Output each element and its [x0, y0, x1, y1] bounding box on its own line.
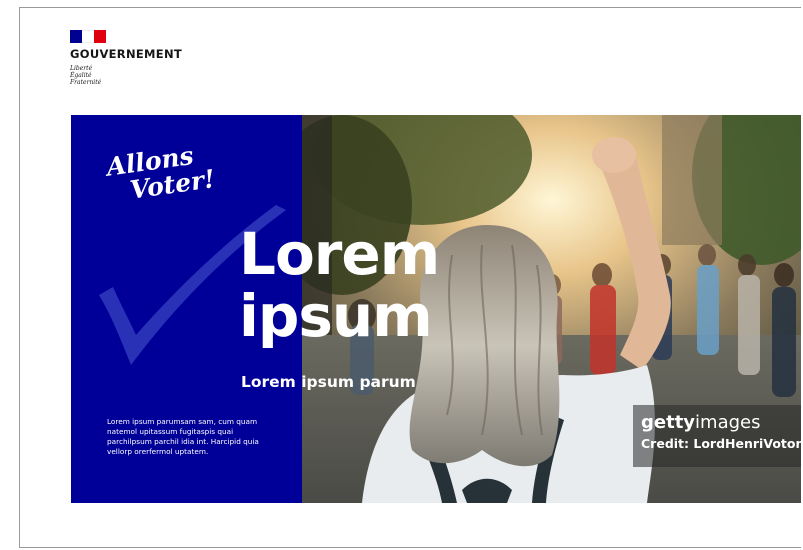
- motto-line: Fraternité: [70, 79, 102, 86]
- french-flag-icon: [70, 30, 106, 43]
- motto: Liberté Égalité Fraternité: [70, 65, 182, 86]
- getty-watermark: gettyimages Credit: LordHenriVoton: [633, 405, 801, 467]
- brand-light: images: [695, 412, 761, 433]
- banner-title: Lorem ipsum: [239, 220, 440, 350]
- photo-credit: Credit: LordHenriVoton: [641, 436, 801, 451]
- title-line: ipsum: [239, 282, 433, 350]
- government-logo: GOUVERNEMENT Liberté Égalité Fraternité: [70, 30, 182, 86]
- title-line: Lorem: [239, 220, 440, 288]
- banner-subtitle: Lorem ipsum parum: [241, 373, 416, 391]
- motto-line: Égalité: [70, 72, 92, 79]
- getty-logo: gettyimages: [641, 413, 801, 433]
- campaign-banner: Allons Voter! Lorem ipsum Lorem ipsum pa…: [71, 115, 801, 503]
- brand-bold: getty: [641, 412, 696, 433]
- government-name: GOUVERNEMENT: [70, 47, 183, 61]
- motto-line: Liberté: [70, 65, 93, 72]
- banner-body-text: Lorem ipsum parumsam sam, cum quam natem…: [107, 417, 259, 456]
